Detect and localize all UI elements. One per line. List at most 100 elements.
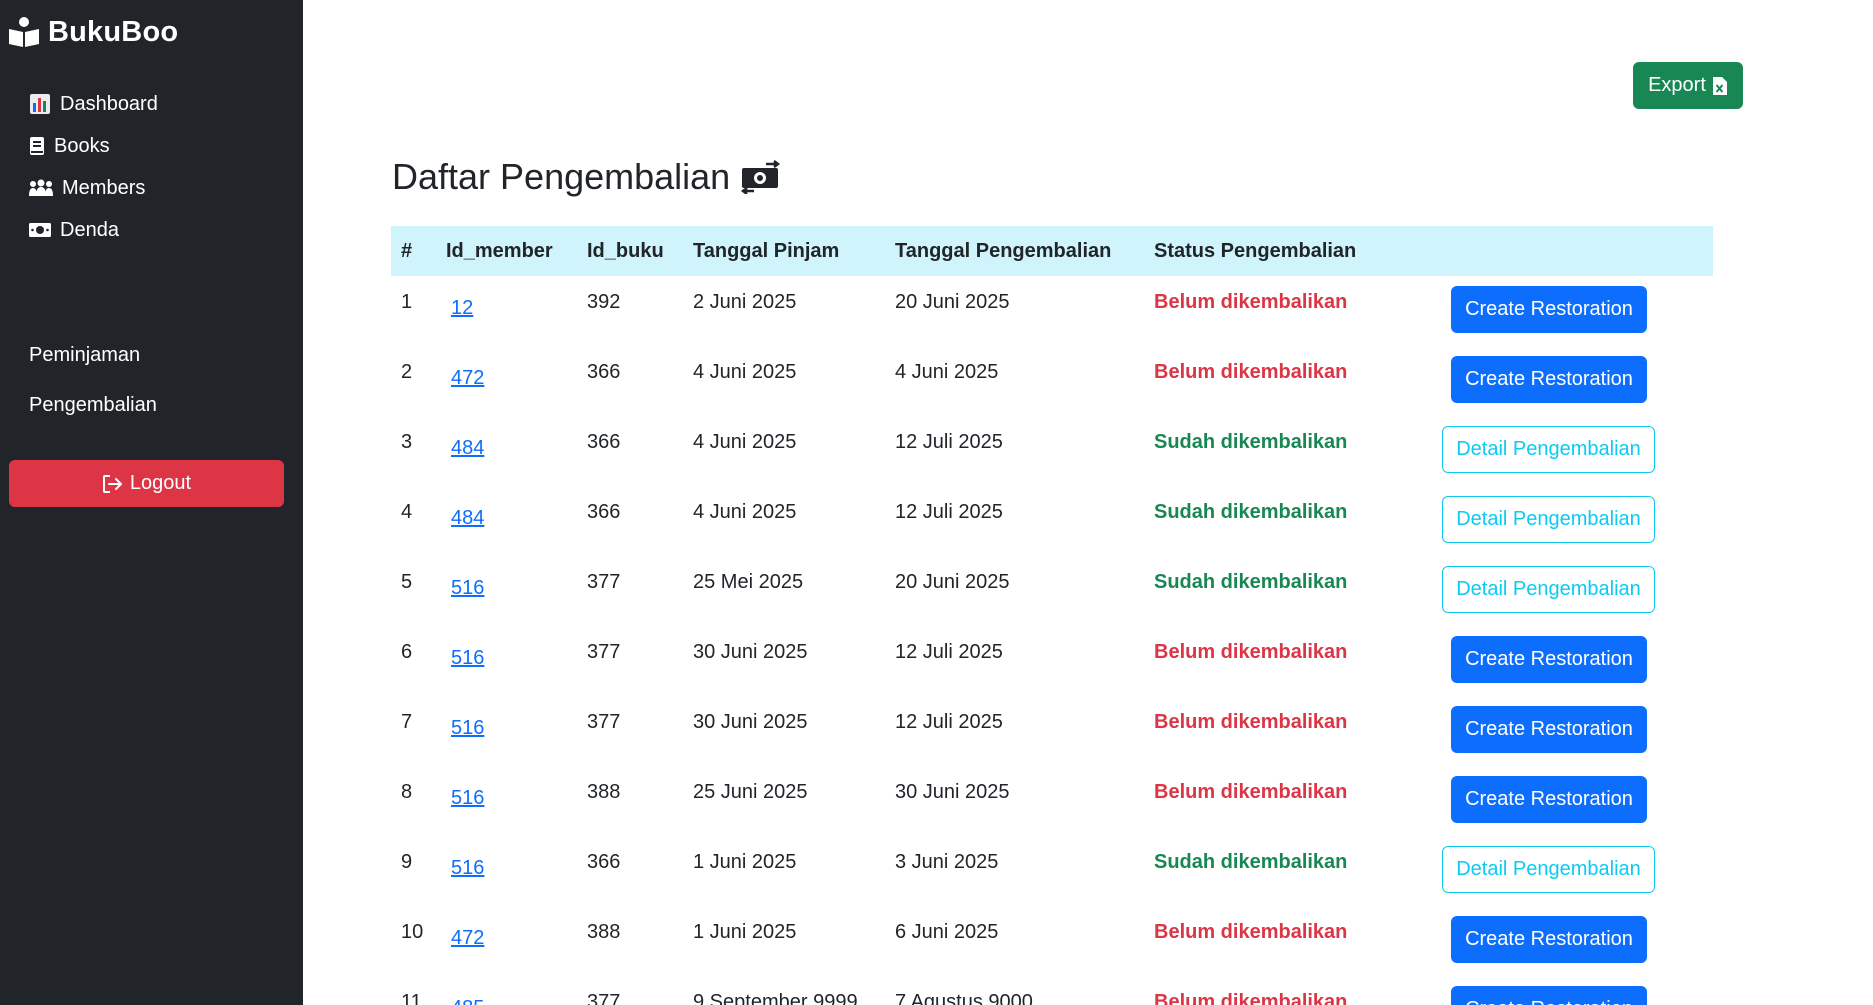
table-row: 4 484 366 4 Juni 2025 12 Juli 2025 Sudah dike… <box>391 486 1713 556</box>
row-number: 1 <box>401 291 413 313</box>
table-row: 5 516 377 25 Mei 2025 20 Juni 2025 Sudah dike… <box>391 556 1713 626</box>
member-id-link[interactable]: 484 <box>451 492 484 544</box>
logout-button[interactable]: Logout <box>9 460 284 507</box>
create-restoration-button[interactable]: Create Restoration <box>1451 286 1647 333</box>
sidebar-item-members[interactable]: Members <box>28 171 145 205</box>
row-number: 2 <box>401 361 413 383</box>
status-badge: Belum dikembalikan <box>1154 641 1348 663</box>
row-number: 4 <box>401 501 413 523</box>
member-id-link[interactable]: 516 <box>451 702 484 754</box>
table-row: 10 472 388 1 Juni 2025 6 Juni 2025 Belum dike… <box>391 906 1713 976</box>
tanggal-pengembalian: 6 Juni 2025 <box>895 921 999 943</box>
book-id: 366 <box>587 431 621 453</box>
row-number: 6 <box>401 641 413 663</box>
status-badge: Sudah dikembalikan <box>1154 431 1348 453</box>
page-title: Daftar Pengembalian <box>392 152 782 202</box>
status-badge: Belum dikembalikan <box>1154 991 1348 1005</box>
create-restoration-button[interactable]: Create Restoration <box>1451 706 1647 753</box>
member-id-link[interactable]: 516 <box>451 562 484 614</box>
sidebar-item-denda[interactable]: Denda <box>28 213 119 247</box>
table-row: 3 484 366 4 Juni 2025 12 Juli 2025 Sudah dike… <box>391 416 1713 486</box>
member-id-link[interactable]: 12 <box>451 282 473 334</box>
tanggal-pinjam: 1 Juni 2025 <box>693 921 797 943</box>
book-id: 366 <box>587 361 621 383</box>
book-id: 392 <box>587 291 621 313</box>
book-id: 377 <box>587 641 621 663</box>
page-title-text: Daftar Pengembalian <box>392 156 731 197</box>
logout-icon <box>102 474 122 493</box>
export-button[interactable]: Export <box>1633 62 1743 109</box>
tanggal-pengembalian: 3 Juni 2025 <box>895 851 999 873</box>
chart-icon <box>28 93 52 115</box>
status-badge: Sudah dikembalikan <box>1154 571 1348 593</box>
tanggal-pengembalian: 12 Juli 2025 <box>895 641 1003 663</box>
sidebar-item-dashboard[interactable]: Dashboard <box>28 87 158 121</box>
member-id-link[interactable]: 516 <box>451 632 484 684</box>
table-row: 11 485 377 9 September 9999 7 Agustus 9000 Be… <box>391 976 1713 1005</box>
table-row: 1 12 392 2 Juni 2025 20 Juni 2025 Belum dikem… <box>391 276 1713 346</box>
row-number: 3 <box>401 431 413 453</box>
book-id: 377 <box>587 571 621 593</box>
row-number: 8 <box>401 781 413 803</box>
create-restoration-button[interactable]: Create Restoration <box>1451 356 1647 403</box>
sidebar-item-label: Denda <box>60 218 119 241</box>
sidebar-item-label: Books <box>54 134 110 157</box>
row-number: 5 <box>401 571 413 593</box>
tanggal-pengembalian: 12 Juli 2025 <box>895 431 1003 453</box>
member-id-link[interactable]: 485 <box>451 982 484 1005</box>
book-id: 377 <box>587 991 621 1005</box>
row-number: 11 <box>401 991 422 1005</box>
status-badge: Belum dikembalikan <box>1154 711 1348 733</box>
book-id: 366 <box>587 851 621 873</box>
tanggal-pengembalian: 7 Agustus 9000 <box>895 991 1033 1005</box>
member-id-link[interactable]: 516 <box>451 772 484 824</box>
sidebar-item-label: Pengembalian <box>29 393 157 416</box>
create-restoration-button[interactable]: Create Restoration <box>1451 776 1647 823</box>
create-restoration-button[interactable]: Create Restoration <box>1451 636 1647 683</box>
tanggal-pinjam: 9 September 9999 <box>693 991 858 1005</box>
sidebar-item-books[interactable]: Books <box>28 129 110 163</box>
member-id-link[interactable]: 484 <box>451 422 484 474</box>
returns-table: # Id_member Id_buku Tanggal Pinjam Tangg… <box>391 226 1713 1005</box>
table-row: 8 516 388 25 Juni 2025 30 Juni 2025 Belum dik… <box>391 766 1713 836</box>
detail-pengembalian-button[interactable]: Detail Pengembalian <box>1442 426 1655 473</box>
tanggal-pinjam: 25 Mei 2025 <box>693 571 804 593</box>
member-id-link[interactable]: 472 <box>451 352 484 404</box>
tanggal-pinjam: 4 Juni 2025 <box>693 431 797 453</box>
excel-file-icon <box>1712 76 1727 95</box>
status-badge: Sudah dikembalikan <box>1154 851 1348 873</box>
tanggal-pinjam: 2 Juni 2025 <box>693 291 797 313</box>
tanggal-pengembalian: 20 Juni 2025 <box>895 571 1010 593</box>
book-id: 366 <box>587 501 621 523</box>
create-restoration-button[interactable]: Create Restoration <box>1451 916 1647 963</box>
row-number: 9 <box>401 851 413 873</box>
main-content: Export Daftar Pengembalian # Id_member I… <box>303 0 1873 1005</box>
detail-pengembalian-button[interactable]: Detail Pengembalian <box>1442 566 1655 613</box>
sidebar-item-peminjaman[interactable]: Peminjaman <box>29 338 140 372</box>
sidebar-item-pengembalian[interactable]: Pengembalian <box>29 388 157 422</box>
tanggal-pinjam: 25 Juni 2025 <box>693 781 808 803</box>
book-reader-icon <box>9 17 39 47</box>
sidebar-item-label: Peminjaman <box>29 343 141 366</box>
create-restoration-button[interactable]: Create Restoration <box>1451 986 1647 1005</box>
tanggal-pinjam: 4 Juni 2025 <box>693 361 797 383</box>
member-id-link[interactable]: 516 <box>451 842 484 894</box>
detail-pengembalian-button[interactable]: Detail Pengembalian <box>1442 496 1655 543</box>
row-number: 7 <box>401 711 413 733</box>
tanggal-pengembalian: 30 Juni 2025 <box>895 781 1010 803</box>
tanggal-pinjam: 4 Juni 2025 <box>693 501 797 523</box>
column-header-tanggal-pengembalian: Tanggal Pengembalian <box>895 239 1112 262</box>
book-id: 388 <box>587 921 621 943</box>
tanggal-pengembalian: 4 Juni 2025 <box>895 361 999 383</box>
brand[interactable]: BukuBoo <box>8 12 178 52</box>
member-id-link[interactable]: 472 <box>451 912 484 964</box>
book-id: 388 <box>587 781 621 803</box>
book-icon <box>28 135 46 157</box>
status-badge: Belum dikembalikan <box>1154 291 1348 313</box>
column-header-number: # <box>401 239 413 262</box>
table-row: 2 472 366 4 Juni 2025 4 Juni 2025 Belum dikem… <box>391 346 1713 416</box>
detail-pengembalian-button[interactable]: Detail Pengembalian <box>1442 846 1655 893</box>
status-badge: Belum dikembalikan <box>1154 361 1348 383</box>
column-header-status: Status Pengembalian <box>1154 239 1357 262</box>
app-root: BukuBoo Dashboard Books Members Denda Pe… <box>0 0 1873 1005</box>
